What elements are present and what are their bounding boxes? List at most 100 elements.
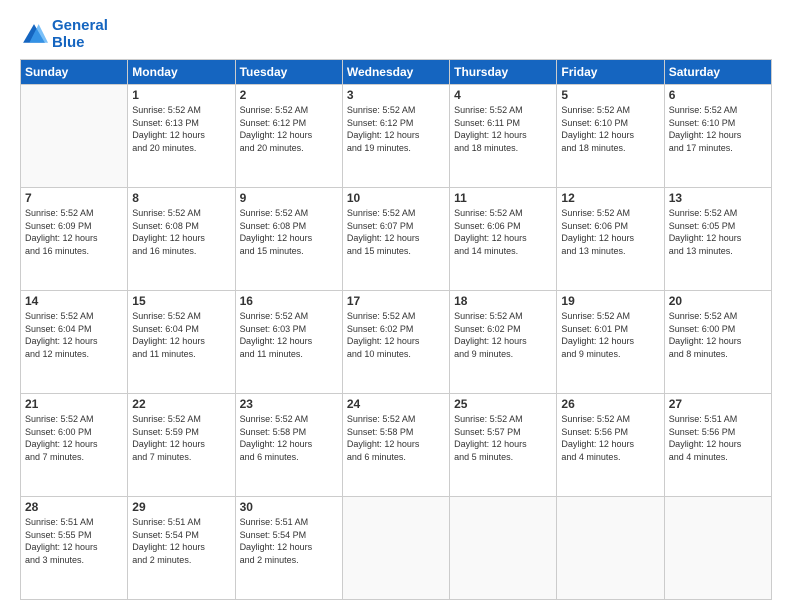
calendar-cell: [342, 497, 449, 600]
calendar-cell: 8Sunrise: 5:52 AM Sunset: 6:08 PM Daylig…: [128, 188, 235, 291]
logo: General Blue: [20, 18, 108, 51]
calendar-cell: 17 Sunrise: 5:52 AM Sunset: 6:02 PM Dayli…: [342, 291, 449, 394]
day-number: 9: [240, 191, 338, 205]
day-info: Sunrise: 5:51 AM Sunset: 5:54 PM Dayligh…: [240, 516, 338, 566]
day-info: Sunrise: 5:52 AM Sunset: 5:59 PM Dayligh…: [132, 413, 230, 463]
day-info: Sunrise: 5:51 AM Sunset: 5:55 PM Dayligh…: [25, 516, 123, 566]
day-info: Sunrise: 5:52 AM Sunset: 5:57 PM Dayligh…: [454, 413, 552, 463]
logo-text: General Blue: [52, 18, 108, 51]
day-info: Sunrise: 5:52 AM Sunset: 6:12 PM Dayligh…: [347, 104, 445, 154]
calendar-cell: 30 Sunrise: 5:51 AM Sunset: 5:54 PM Dayli…: [235, 497, 342, 600]
day-info: Sunrise: 5:52 AM Sunset: 6:11 PM Dayligh…: [454, 104, 552, 154]
calendar-cell: 21 Sunrise: 5:52 AM Sunset: 6:00 PM Dayli…: [21, 394, 128, 497]
day-number: 17: [347, 294, 445, 308]
day-info: Sunrise: 5:52 AM Sunset: 6:04 PM Dayligh…: [25, 310, 123, 360]
calendar-week-row: 21 Sunrise: 5:52 AM Sunset: 6:00 PM Dayli…: [21, 394, 772, 497]
day-info: Sunrise: 5:52 AM Sunset: 6:05 PM Dayligh…: [669, 207, 767, 257]
weekday-header: Friday: [557, 60, 664, 85]
day-info: Sunrise: 5:52 AM Sunset: 6:04 PM Dayligh…: [132, 310, 230, 360]
day-number: 30: [240, 500, 338, 514]
logo-icon: [20, 21, 48, 49]
calendar-cell: 7Sunrise: 5:52 AM Sunset: 6:09 PM Daylig…: [21, 188, 128, 291]
calendar-cell: 29Sunrise: 5:51 AM Sunset: 5:54 PM Dayli…: [128, 497, 235, 600]
day-number: 12: [561, 191, 659, 205]
day-number: 22: [132, 397, 230, 411]
calendar-week-row: 14 Sunrise: 5:52 AM Sunset: 6:04 PM Dayli…: [21, 291, 772, 394]
calendar-cell: 6Sunrise: 5:52 AM Sunset: 6:10 PM Daylig…: [664, 85, 771, 188]
day-number: 19: [561, 294, 659, 308]
calendar-cell: 18 Sunrise: 5:52 AM Sunset: 6:02 PM Dayli…: [450, 291, 557, 394]
weekday-header: Thursday: [450, 60, 557, 85]
day-info: Sunrise: 5:52 AM Sunset: 6:13 PM Dayligh…: [132, 104, 230, 154]
day-info: Sunrise: 5:52 AM Sunset: 5:58 PM Dayligh…: [347, 413, 445, 463]
calendar-cell: 5 Sunrise: 5:52 AM Sunset: 6:10 PM Daylig…: [557, 85, 664, 188]
day-number: 13: [669, 191, 767, 205]
calendar-week-row: 1 Sunrise: 5:52 AM Sunset: 6:13 PM Daylig…: [21, 85, 772, 188]
day-number: 3: [347, 88, 445, 102]
day-number: 1: [132, 88, 230, 102]
day-info: Sunrise: 5:52 AM Sunset: 6:06 PM Dayligh…: [561, 207, 659, 257]
calendar-cell: 2 Sunrise: 5:52 AM Sunset: 6:12 PM Daylig…: [235, 85, 342, 188]
calendar-cell: 12 Sunrise: 5:52 AM Sunset: 6:06 PM Dayli…: [557, 188, 664, 291]
weekday-header: Tuesday: [235, 60, 342, 85]
weekday-header-row: SundayMondayTuesdayWednesdayThursdayFrid…: [21, 60, 772, 85]
calendar-cell: [21, 85, 128, 188]
day-number: 20: [669, 294, 767, 308]
calendar-cell: 10 Sunrise: 5:52 AM Sunset: 6:07 PM Dayli…: [342, 188, 449, 291]
calendar-cell: 27Sunrise: 5:51 AM Sunset: 5:56 PM Dayli…: [664, 394, 771, 497]
day-number: 4: [454, 88, 552, 102]
calendar-cell: 28 Sunrise: 5:51 AM Sunset: 5:55 PM Dayli…: [21, 497, 128, 600]
day-number: 24: [347, 397, 445, 411]
calendar-cell: 11 Sunrise: 5:52 AM Sunset: 6:06 PM Dayli…: [450, 188, 557, 291]
calendar-cell: 22 Sunrise: 5:52 AM Sunset: 5:59 PM Dayli…: [128, 394, 235, 497]
day-number: 14: [25, 294, 123, 308]
day-info: Sunrise: 5:52 AM Sunset: 6:02 PM Dayligh…: [454, 310, 552, 360]
calendar-week-row: 28 Sunrise: 5:51 AM Sunset: 5:55 PM Dayli…: [21, 497, 772, 600]
day-info: Sunrise: 5:52 AM Sunset: 6:01 PM Dayligh…: [561, 310, 659, 360]
calendar-cell: 20Sunrise: 5:52 AM Sunset: 6:00 PM Dayli…: [664, 291, 771, 394]
day-info: Sunrise: 5:52 AM Sunset: 6:08 PM Dayligh…: [240, 207, 338, 257]
day-number: 23: [240, 397, 338, 411]
weekday-header: Sunday: [21, 60, 128, 85]
day-info: Sunrise: 5:52 AM Sunset: 6:00 PM Dayligh…: [25, 413, 123, 463]
day-number: 26: [561, 397, 659, 411]
day-number: 15: [132, 294, 230, 308]
calendar-cell: 23 Sunrise: 5:52 AM Sunset: 5:58 PM Dayli…: [235, 394, 342, 497]
day-number: 21: [25, 397, 123, 411]
calendar-cell: 13 Sunrise: 5:52 AM Sunset: 6:05 PM Dayli…: [664, 188, 771, 291]
day-number: 28: [25, 500, 123, 514]
day-info: Sunrise: 5:52 AM Sunset: 5:56 PM Dayligh…: [561, 413, 659, 463]
calendar-cell: 15 Sunrise: 5:52 AM Sunset: 6:04 PM Dayli…: [128, 291, 235, 394]
day-number: 10: [347, 191, 445, 205]
calendar-cell: 1 Sunrise: 5:52 AM Sunset: 6:13 PM Daylig…: [128, 85, 235, 188]
day-info: Sunrise: 5:52 AM Sunset: 6:07 PM Dayligh…: [347, 207, 445, 257]
header: General Blue: [20, 18, 772, 51]
day-info: Sunrise: 5:52 AM Sunset: 6:06 PM Dayligh…: [454, 207, 552, 257]
day-info: Sunrise: 5:52 AM Sunset: 6:12 PM Dayligh…: [240, 104, 338, 154]
calendar-cell: 3 Sunrise: 5:52 AM Sunset: 6:12 PM Daylig…: [342, 85, 449, 188]
day-number: 18: [454, 294, 552, 308]
day-number: 2: [240, 88, 338, 102]
day-number: 6: [669, 88, 767, 102]
day-info: Sunrise: 5:52 AM Sunset: 6:09 PM Dayligh…: [25, 207, 123, 257]
calendar-cell: 14 Sunrise: 5:52 AM Sunset: 6:04 PM Dayli…: [21, 291, 128, 394]
day-info: Sunrise: 5:52 AM Sunset: 6:02 PM Dayligh…: [347, 310, 445, 360]
page: General Blue SundayMondayTuesdayWednesda…: [0, 0, 792, 612]
calendar-cell: [450, 497, 557, 600]
calendar-cell: 9 Sunrise: 5:52 AM Sunset: 6:08 PM Daylig…: [235, 188, 342, 291]
calendar-cell: 19 Sunrise: 5:52 AM Sunset: 6:01 PM Dayli…: [557, 291, 664, 394]
weekday-header: Monday: [128, 60, 235, 85]
day-info: Sunrise: 5:52 AM Sunset: 6:10 PM Dayligh…: [561, 104, 659, 154]
calendar-cell: 16 Sunrise: 5:52 AM Sunset: 6:03 PM Dayli…: [235, 291, 342, 394]
day-number: 8: [132, 191, 230, 205]
day-info: Sunrise: 5:52 AM Sunset: 5:58 PM Dayligh…: [240, 413, 338, 463]
day-number: 11: [454, 191, 552, 205]
weekday-header: Wednesday: [342, 60, 449, 85]
day-number: 16: [240, 294, 338, 308]
calendar-cell: 25 Sunrise: 5:52 AM Sunset: 5:57 PM Dayli…: [450, 394, 557, 497]
calendar-table: SundayMondayTuesdayWednesdayThursdayFrid…: [20, 59, 772, 600]
day-number: 5: [561, 88, 659, 102]
day-number: 27: [669, 397, 767, 411]
day-info: Sunrise: 5:52 AM Sunset: 6:03 PM Dayligh…: [240, 310, 338, 360]
day-number: 25: [454, 397, 552, 411]
